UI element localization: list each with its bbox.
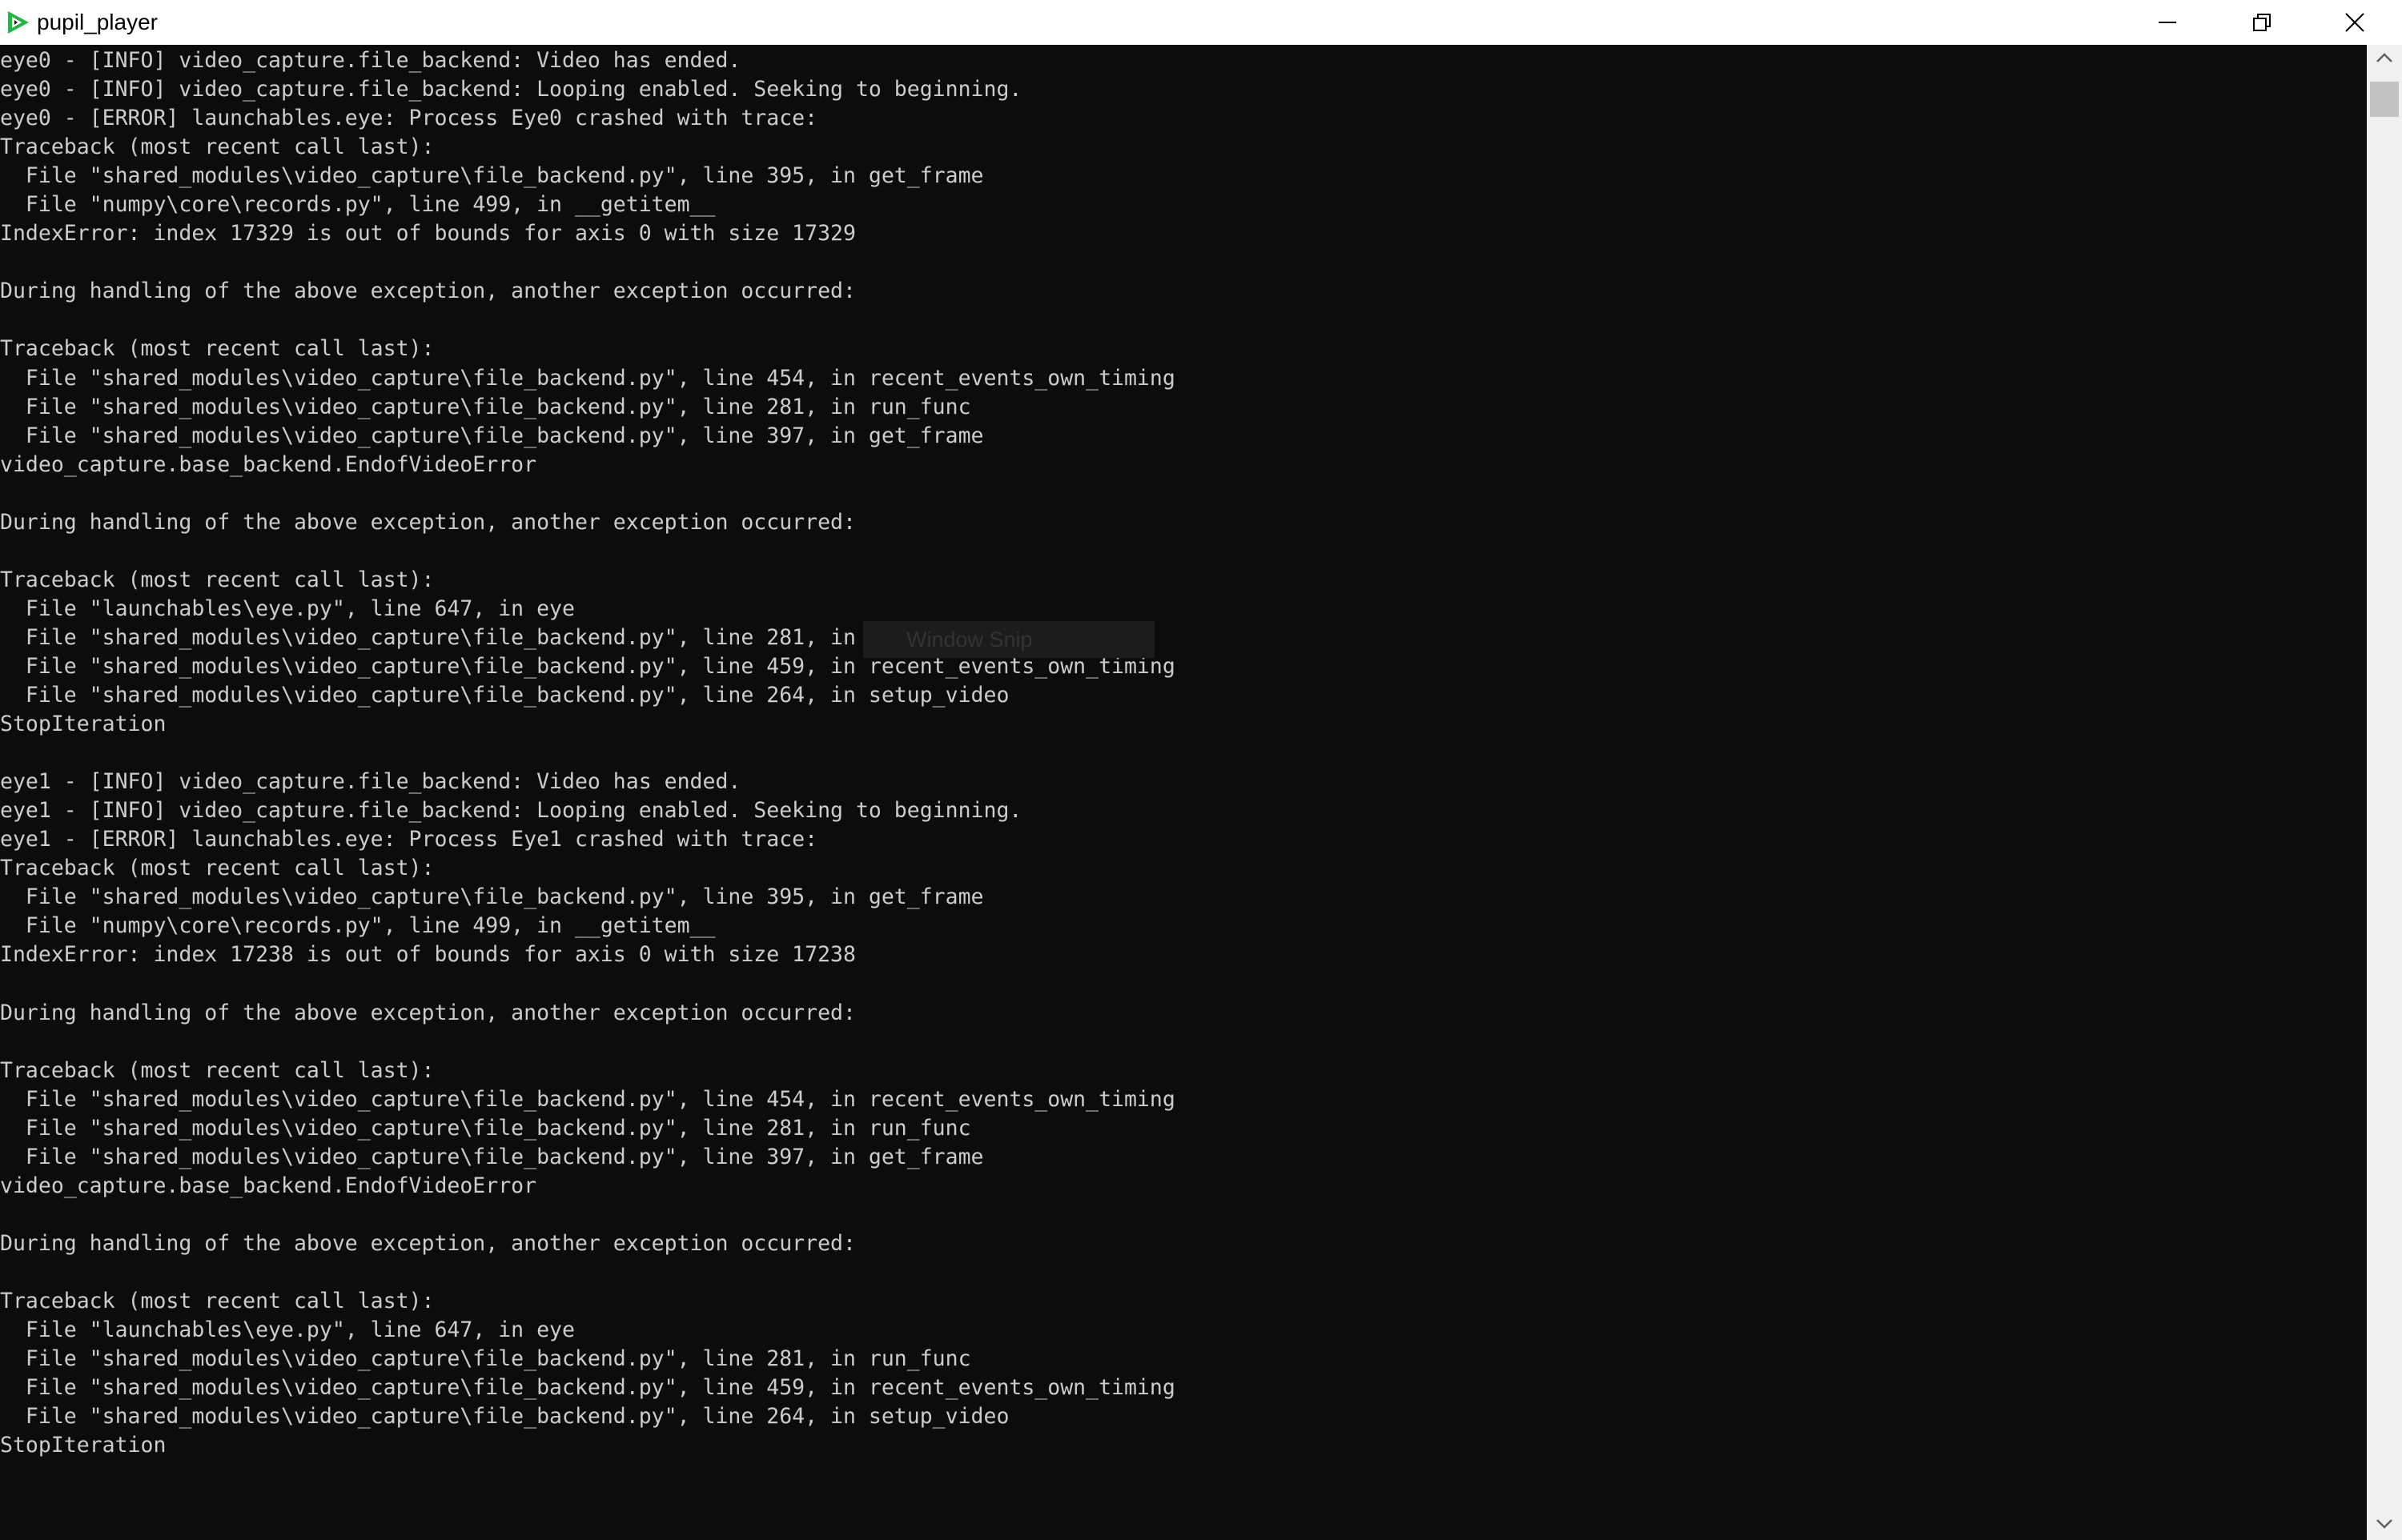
console-line: File "numpy\core\records.py", line 499, … xyxy=(0,913,716,939)
title-bar[interactable]: pupil_player xyxy=(0,0,2402,45)
minimize-icon xyxy=(2159,14,2176,31)
console-line: File "launchables\eye.py", line 647, in … xyxy=(0,1317,575,1343)
console-line: eye1 - [ERROR] launchables.eye: Process … xyxy=(0,827,818,852)
console-line: File "launchables\eye.py", line 647, in … xyxy=(0,596,575,621)
console-line: IndexError: index 17238 is out of bounds… xyxy=(0,942,856,968)
console-line: During handling of the above exception, … xyxy=(0,1000,856,1025)
minimize-button[interactable] xyxy=(2120,0,2215,45)
console-line: File "shared_modules\video_capture\file_… xyxy=(0,884,984,910)
console-line: StopIteration xyxy=(0,712,167,737)
scroll-down-button[interactable] xyxy=(2367,1511,2402,1540)
console-line: StopIteration xyxy=(0,1433,167,1458)
console-line: File "shared_modules\video_capture\file_… xyxy=(0,163,984,189)
close-button[interactable] xyxy=(2308,0,2402,45)
console-line: File "shared_modules\video_capture\file_… xyxy=(0,683,1010,708)
console-line: File "shared_modules\video_capture\file_… xyxy=(0,1404,1010,1430)
restore-icon xyxy=(2253,14,2271,31)
console-line: eye0 - [INFO] video_capture.file_backend… xyxy=(0,77,1022,102)
console-line: eye0 - [ERROR] launchables.eye: Process … xyxy=(0,106,818,131)
console-line: File "shared_modules\video_capture\file_… xyxy=(0,1144,984,1169)
console-line: video_capture.base_backend.EndofVideoErr… xyxy=(0,451,537,477)
console-window: pupil_player eye0 - [INFO] video_capture… xyxy=(0,0,2402,1540)
play-icon xyxy=(5,10,30,35)
console-line: File "shared_modules\video_capture\file_… xyxy=(0,423,984,448)
console-line: File "shared_modules\video_capture\file_… xyxy=(0,365,1175,391)
restore-button[interactable] xyxy=(2215,0,2309,45)
console-output[interactable]: eye0 - [INFO] video_capture.file_backend… xyxy=(0,45,2367,1540)
console-line: Traceback (most recent call last): xyxy=(0,567,435,592)
console-line: Traceback (most recent call last): xyxy=(0,1057,435,1083)
console-line: File "shared_modules\video_capture\file_… xyxy=(0,1375,1175,1401)
console-line: File "shared_modules\video_capture\file_… xyxy=(0,1346,971,1372)
console-line: Traceback (most recent call last): xyxy=(0,134,435,160)
console-line: During handling of the above exception, … xyxy=(0,1230,856,1256)
close-icon xyxy=(2345,13,2364,32)
console-line: File "shared_modules\video_capture\file_… xyxy=(0,1086,1175,1112)
console-line: Traceback (most recent call last): xyxy=(0,856,435,881)
console-line: File "shared_modules\video_capture\file_… xyxy=(0,394,971,419)
window-snip-overlay: Window Snip xyxy=(863,621,1155,658)
console-line: eye1 - [INFO] video_capture.file_backend… xyxy=(0,798,1022,824)
vertical-scrollbar[interactable] xyxy=(2367,45,2402,1540)
window-title: pupil_player xyxy=(37,10,158,34)
console-line: During handling of the above exception, … xyxy=(0,509,856,535)
console-line: Traceback (most recent call last): xyxy=(0,1289,435,1314)
console-line: IndexError: index 17329 is out of bounds… xyxy=(0,221,856,247)
scroll-thumb[interactable] xyxy=(2370,82,2399,117)
console-line: eye1 - [INFO] video_capture.file_backend… xyxy=(0,769,741,795)
console-text-block: eye0 - [INFO] video_capture.file_backend… xyxy=(0,46,1175,1460)
console-line: Traceback (most recent call last): xyxy=(0,336,435,362)
console-line: File "shared_modules\video_capture\file_… xyxy=(0,1115,971,1141)
chevron-up-icon xyxy=(2376,52,2393,67)
chevron-down-icon xyxy=(2376,1518,2393,1534)
console-line: eye0 - [INFO] video_capture.file_backend… xyxy=(0,48,741,73)
console-line: video_capture.base_backend.EndofVideoErr… xyxy=(0,1173,537,1198)
scroll-up-button[interactable] xyxy=(2367,45,2402,74)
console-line: File "numpy\core\records.py", line 499, … xyxy=(0,192,716,218)
console-line: During handling of the above exception, … xyxy=(0,279,856,304)
